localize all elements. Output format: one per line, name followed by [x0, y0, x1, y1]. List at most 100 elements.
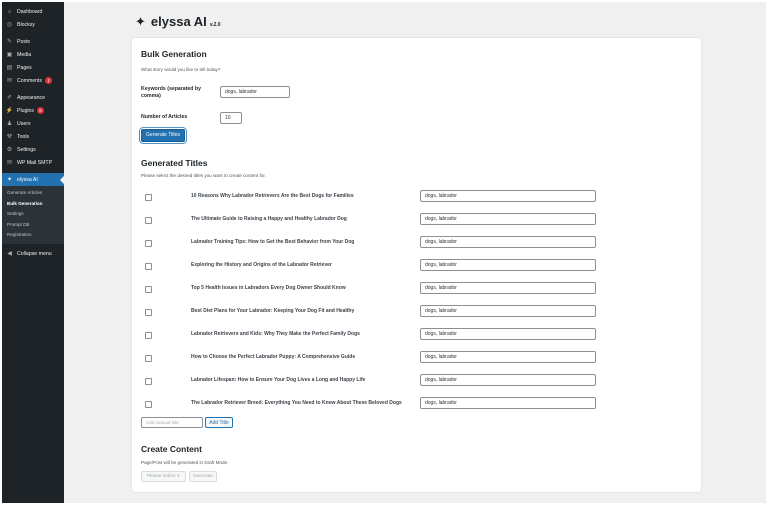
brand-name: elyssa AI: [150, 14, 207, 29]
brush-icon: ✐: [6, 94, 13, 101]
dashboard-icon: ⌂: [7, 8, 12, 15]
sidebar-item-label: WP Mail SMTP: [17, 159, 53, 166]
submenu-item-generate-articles[interactable]: Generate Articles: [2, 188, 64, 199]
title-keywords-input[interactable]: dogs, labrador: [420, 305, 596, 317]
sidebar-item-label: Appearance: [17, 94, 45, 101]
bulk-subtitle: What story would you like to tell today?: [141, 67, 221, 72]
page-post-select[interactable]: Please select ∨: [141, 471, 186, 482]
title-keywords-input[interactable]: dogs, labrador: [420, 282, 596, 294]
generated-title: Exploring the History and Origins of the…: [191, 262, 332, 268]
title-row: Exploring the History and Origins of the…: [132, 258, 701, 278]
title-checkbox[interactable]: [145, 378, 152, 385]
title-checkbox[interactable]: [145, 240, 152, 247]
add-title-button[interactable]: Add Title: [205, 417, 233, 428]
title-checkbox[interactable]: [145, 286, 152, 293]
sidebar-item-media[interactable]: ▣ Media: [2, 48, 64, 61]
sidebar-item-blocksy[interactable]: ◎ Blocksy: [2, 18, 64, 31]
users-icon: ♟: [6, 120, 13, 127]
generated-title: Labrador Lifespan: How to Ensure Your Do…: [191, 377, 366, 383]
submenu-item-bulk-generation[interactable]: Bulk Generation: [2, 199, 64, 210]
title-row: Top 5 Health Issues in Labradors Every D…: [132, 281, 701, 301]
bulk-heading: Bulk Generation: [141, 49, 207, 59]
count-badge: 8: [37, 107, 45, 114]
sidebar-item-plugins[interactable]: ⚡ Plugins 8: [2, 104, 64, 117]
sidebar-item-dashboard[interactable]: ⌂ Dashboard: [2, 5, 64, 18]
collapse-menu-button[interactable]: ◀ Collapse menu: [2, 248, 64, 261]
plugin-brand: ✦ elyssa AI v.2.0: [135, 14, 221, 30]
title-row: Labrador Retrievers and Kids: Why They M…: [132, 327, 701, 347]
generated-title: 10 Reasons Why Labrador Retrievers Are t…: [191, 193, 354, 199]
sidebar-item-comments[interactable]: ✉ Comments 1: [2, 74, 64, 87]
title-keywords-input[interactable]: dogs, labrador: [420, 328, 596, 340]
title-checkbox[interactable]: [145, 332, 152, 339]
sidebar-item-label: Users: [17, 120, 31, 127]
submenu-item-settings[interactable]: Settings: [2, 209, 64, 220]
brand-version: v.2.0: [209, 22, 221, 28]
sidebar-item-elyssa-ai[interactable]: ✦ elyssa AI: [2, 173, 64, 186]
generated-title: How to Choose the Perfect Labrador Puppy…: [191, 354, 356, 360]
admin-sidebar: ⌂ Dashboard ◎ Blocksy ✎ Posts ▣ Media ▤ Pages ✉ Com…: [2, 2, 64, 503]
sidebar-item-appearance[interactable]: ✐ Appearance: [2, 91, 64, 104]
title-row: The Labrador Retriever Breed: Everything…: [132, 396, 701, 416]
tools-icon: ⚒: [6, 133, 13, 140]
sidebar-item-posts[interactable]: ✎ Posts: [2, 35, 64, 48]
sparkle-icon: ✦: [6, 176, 13, 183]
sidebar-item-settings[interactable]: ⚙ Settings: [2, 143, 64, 156]
title-keywords-input[interactable]: dogs, labrador: [420, 259, 596, 271]
sidebar-item-tools[interactable]: ⚒ Tools: [2, 130, 64, 143]
sidebar-item-label: Pages: [17, 64, 32, 71]
keywords-input[interactable]: dogs, labrador: [220, 86, 290, 98]
title-row: The Ultimate Guide to Raising a Happy an…: [132, 212, 701, 232]
mail-icon: ✉: [6, 159, 13, 166]
title-checkbox[interactable]: [145, 401, 152, 408]
submenu-item-prompt-db[interactable]: Prompt DB: [2, 220, 64, 231]
articles-label: Number of Articles: [141, 114, 188, 120]
articles-count-input[interactable]: 10: [220, 112, 242, 124]
title-keywords-input[interactable]: dogs, labrador: [420, 213, 596, 225]
create-content-subtitle: Page/Post will be generated in Draft Mod…: [141, 460, 229, 465]
count-badge: 1: [45, 77, 53, 84]
generate-content-button[interactable]: Generate: [189, 471, 217, 482]
title-checkbox[interactable]: [145, 194, 152, 201]
sidebar-item-label: Settings: [17, 146, 36, 153]
media-icon: ▣: [6, 51, 13, 58]
app-frame: ⌂ Dashboard ◎ Blocksy ✎ Posts ▣ Media ▤ Pages ✉ Com…: [2, 2, 766, 503]
title-row: Labrador Lifespan: How to Ensure Your Do…: [132, 373, 701, 393]
title-row: 10 Reasons Why Labrador Retrievers Are t…: [132, 189, 701, 209]
settings-icon: ⚙: [6, 146, 13, 153]
title-row: Best Diet Plans for Your Labrador: Keepi…: [132, 304, 701, 324]
title-row: How to Choose the Perfect Labrador Puppy…: [132, 350, 701, 370]
title-keywords-input[interactable]: dogs, labrador: [420, 236, 596, 248]
elyssa-submenu: Generate Articles Bulk Generation Settings…: [2, 186, 64, 244]
sidebar-item-pages[interactable]: ▤ Pages: [2, 61, 64, 74]
generated-heading: Generated Titles: [141, 158, 208, 168]
sidebar-item-label: Dashboard: [17, 8, 43, 15]
sidebar-item-users[interactable]: ♟ Users: [2, 117, 64, 130]
generated-title: Labrador Training Tips: How to Get the B…: [191, 239, 355, 245]
create-content-heading: Create Content: [141, 444, 202, 454]
collapse-icon: ◀: [7, 251, 12, 257]
keywords-label: Keywords (separated by comma): [141, 86, 201, 99]
title-checkbox[interactable]: [145, 309, 152, 316]
title-keywords-input[interactable]: dogs, labrador: [420, 374, 596, 386]
title-keywords-input[interactable]: dogs, labrador: [420, 190, 596, 202]
submenu-item-registration[interactable]: Registration: [2, 230, 64, 241]
sidebar-item-label: elyssa AI: [17, 176, 38, 183]
title-checkbox[interactable]: [145, 355, 152, 362]
title-row: Labrador Training Tips: How to Get the B…: [132, 235, 701, 255]
sidebar-item-wp-mail-smtp[interactable]: ✉ WP Mail SMTP: [2, 156, 64, 169]
title-checkbox[interactable]: [145, 263, 152, 270]
generated-title: Labrador Retrievers and Kids: Why They M…: [191, 331, 360, 337]
generate-titles-button[interactable]: Generate Titles: [141, 129, 185, 142]
manual-title-input[interactable]: Add manual title: [141, 417, 203, 428]
sidebar-item-label: Media: [17, 51, 32, 58]
pin-icon: ✎: [6, 38, 13, 45]
bulk-generation-card: Bulk Generation What story would you lik…: [132, 38, 701, 492]
title-keywords-input[interactable]: dogs, labrador: [420, 397, 596, 409]
generated-title: Best Diet Plans for Your Labrador: Keepi…: [191, 308, 355, 314]
generated-title: The Ultimate Guide to Raising a Happy an…: [191, 216, 347, 222]
title-checkbox[interactable]: [145, 217, 152, 224]
title-keywords-input[interactable]: dogs, labrador: [420, 351, 596, 363]
comments-icon: ✉: [6, 77, 13, 84]
pages-icon: ▤: [6, 64, 13, 71]
